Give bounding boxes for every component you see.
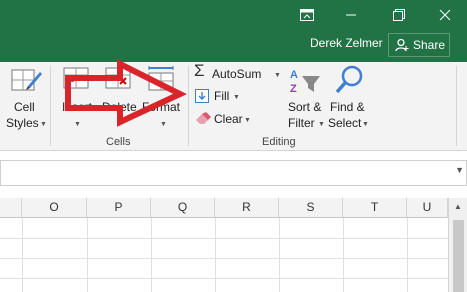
grid-line [407, 218, 408, 292]
chevron-down-icon[interactable]: ▼ [455, 165, 464, 175]
grid-line [215, 218, 216, 292]
formula-bar[interactable]: ▼ [0, 160, 467, 186]
column-header-u[interactable]: U [407, 198, 448, 218]
grid-line [22, 218, 23, 292]
grid-line [0, 238, 448, 239]
column-header-partial[interactable] [0, 198, 22, 218]
grid-line [279, 218, 280, 292]
grid-line [87, 218, 88, 292]
column-header-r[interactable]: R [215, 198, 279, 218]
column-header-t[interactable]: T [343, 198, 407, 218]
scroll-up-icon[interactable]: ▲ [454, 202, 462, 211]
grid-line [0, 258, 448, 259]
spreadsheet-grid[interactable]: O P Q R S T U ▲ [0, 198, 467, 292]
grid-line [151, 218, 152, 292]
vertical-scrollbar[interactable]: ▲ [448, 198, 467, 292]
scrollbar-thumb[interactable] [453, 220, 464, 292]
column-header-o[interactable]: O [22, 198, 87, 218]
column-header-q[interactable]: Q [151, 198, 215, 218]
column-header-s[interactable]: S [279, 198, 343, 218]
grid-line [343, 218, 344, 292]
column-header-p[interactable]: P [87, 198, 151, 218]
grid-line [0, 278, 448, 279]
